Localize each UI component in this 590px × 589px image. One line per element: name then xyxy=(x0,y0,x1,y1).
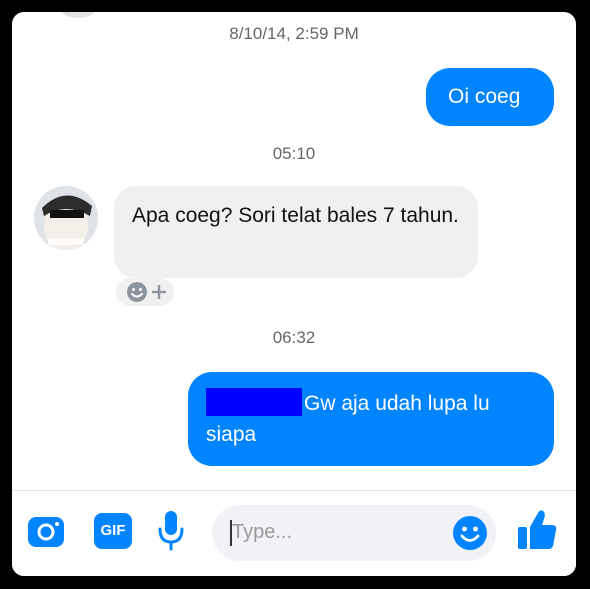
composer-bar: GIF Type... xyxy=(12,490,576,576)
message-input[interactable]: Type... xyxy=(212,505,496,561)
camera-button[interactable] xyxy=(26,511,66,551)
avatar[interactable] xyxy=(34,186,98,250)
timestamp: 8/10/14, 2:59 PM xyxy=(229,24,359,43)
outgoing-message[interactable]: Oi coeg xyxy=(426,68,554,126)
camera-icon xyxy=(28,517,64,547)
emoji-icon[interactable] xyxy=(452,515,488,551)
avatar-image xyxy=(34,186,98,250)
chat-window: 8/10/14, 2:59 PM Oi coeg 05:10 Apa coeg?… xyxy=(12,12,576,576)
like-button[interactable] xyxy=(516,507,558,553)
redaction-box xyxy=(206,388,302,416)
microphone-icon xyxy=(158,511,184,551)
outgoing-message[interactable]: Gw aja udah lupa lu siapa xyxy=(188,372,554,466)
thumbs-up-icon xyxy=(518,510,557,549)
timestamp: 06:32 xyxy=(272,328,316,347)
timestamp: 05:10 xyxy=(272,144,316,163)
previous-avatar xyxy=(60,12,96,18)
add-reaction-button[interactable] xyxy=(116,278,174,306)
gif-icon: GIF xyxy=(100,522,126,539)
emoji-icon xyxy=(127,282,147,302)
incoming-message[interactable]: Apa coeg? Sori telat bales 7 tahun. xyxy=(114,186,478,278)
gif-button[interactable]: GIF xyxy=(94,513,132,549)
microphone-button[interactable] xyxy=(156,509,186,553)
message-input-placeholder: Type... xyxy=(232,521,293,543)
add-reaction-icon xyxy=(152,285,166,299)
